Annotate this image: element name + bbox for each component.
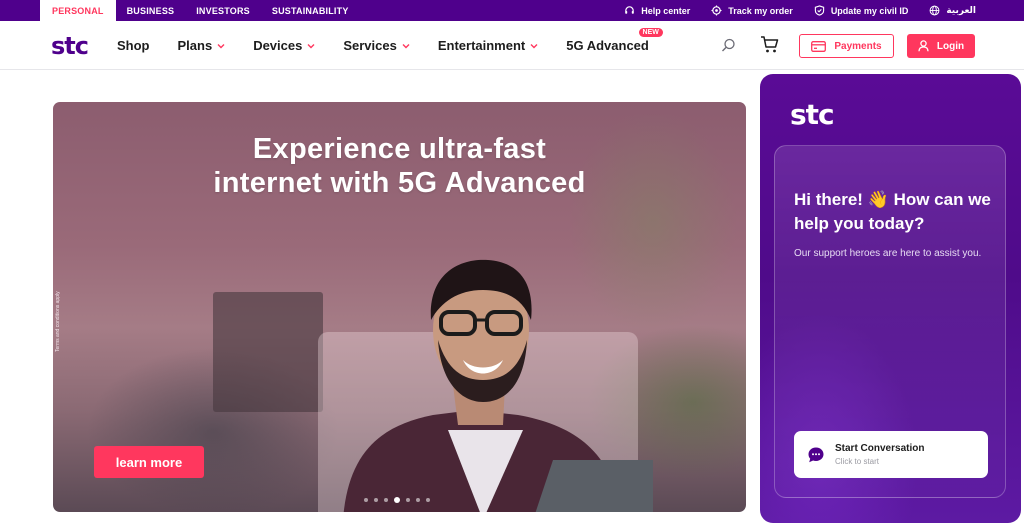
learn-more-button[interactable]: learn more bbox=[94, 446, 204, 478]
payments-label: Payments bbox=[834, 40, 882, 52]
search-icon[interactable] bbox=[721, 38, 736, 53]
menu-shop-label: Shop bbox=[117, 38, 150, 53]
hero-person-illustration bbox=[343, 259, 653, 512]
menu-5g-advanced[interactable]: 5G Advanced NEW bbox=[566, 28, 663, 53]
menu-services-label: Services bbox=[343, 38, 397, 53]
update-civil-id-link[interactable]: Update my civil ID bbox=[814, 5, 909, 16]
headset-icon bbox=[625, 6, 635, 14]
hero-background-shelf bbox=[213, 292, 323, 412]
stc-logo-text: stc bbox=[51, 33, 88, 57]
carousel-dot[interactable] bbox=[406, 498, 410, 502]
stc-logo[interactable]: stc bbox=[51, 33, 95, 57]
carousel-dots bbox=[364, 497, 436, 503]
track-order-label: Track my order bbox=[728, 5, 793, 16]
hero-banner[interactable]: Experience ultra-fast internet with 5G A… bbox=[53, 102, 746, 512]
hero-terms-note: Terms and conditions apply bbox=[55, 291, 61, 352]
menu-devices-label: Devices bbox=[253, 38, 303, 53]
menu-entertainment-label: Entertainment bbox=[437, 38, 526, 53]
segment-business[interactable]: BUSINESS bbox=[116, 0, 186, 21]
menu-entertainment[interactable]: Entertainment bbox=[438, 38, 538, 53]
shield-check-icon bbox=[814, 5, 824, 16]
login-label: Login bbox=[936, 40, 965, 52]
main-nav: stc Shop Plans Devices Services Entertai… bbox=[0, 21, 1024, 70]
carousel-dot-active[interactable] bbox=[394, 497, 400, 503]
start-conversation-subtitle: Click to start bbox=[835, 457, 880, 466]
top-utility-bar: PERSONAL BUSINESS INVESTORS SUSTAINABILI… bbox=[0, 0, 1024, 21]
update-civil-id-label: Update my civil ID bbox=[830, 5, 909, 16]
credit-card-icon bbox=[811, 40, 827, 52]
new-badge: NEW bbox=[638, 28, 663, 37]
menu-services[interactable]: Services bbox=[343, 38, 410, 53]
chat-stc-logo-text: stc bbox=[790, 100, 834, 128]
hero-title-line2: internet with 5G Advanced bbox=[213, 167, 586, 199]
crosshair-icon bbox=[711, 5, 722, 16]
chevron-down-icon bbox=[530, 43, 538, 48]
segment-personal[interactable]: PERSONAL bbox=[40, 0, 116, 21]
chevron-down-icon bbox=[402, 43, 410, 48]
payments-button[interactable]: Payments bbox=[799, 34, 894, 58]
chat-greeting: Hi there! 👋 How can we help you today? bbox=[794, 190, 991, 233]
carousel-dot[interactable] bbox=[374, 498, 378, 502]
chat-widget: stc Hi there! 👋 How can we help you toda… bbox=[760, 74, 1021, 523]
globe-icon bbox=[929, 5, 940, 16]
menu-plans[interactable]: Plans bbox=[178, 38, 226, 53]
utility-links: Help center Track my order Update my civ… bbox=[603, 0, 1024, 21]
language-switch[interactable]: العربية bbox=[929, 5, 976, 16]
help-center-link[interactable]: Help center bbox=[624, 5, 690, 16]
menu-devices[interactable]: Devices bbox=[253, 38, 315, 53]
chevron-down-icon bbox=[217, 43, 225, 48]
menu-5g-advanced-label: 5G Advanced bbox=[566, 38, 649, 53]
chevron-down-icon bbox=[307, 43, 315, 48]
language-label: العربية bbox=[946, 5, 976, 15]
track-order-link[interactable]: Track my order bbox=[711, 5, 793, 16]
cart-icon[interactable] bbox=[760, 35, 779, 54]
help-center-label: Help center bbox=[641, 5, 691, 16]
hero-title-line1: Experience ultra-fast bbox=[252, 133, 547, 165]
menu-shop[interactable]: Shop bbox=[117, 38, 150, 53]
hero-title: Experience ultra-fast internet with 5G A… bbox=[53, 132, 746, 200]
chat-subtitle: Our support heroes are here to assist yo… bbox=[794, 248, 982, 259]
chat-bubble-icon bbox=[808, 447, 824, 462]
carousel-dot[interactable] bbox=[426, 498, 430, 502]
chat-welcome-card: Hi there! 👋 How can we help you today? O… bbox=[774, 145, 1006, 498]
carousel-dot[interactable] bbox=[416, 498, 420, 502]
carousel-dot[interactable] bbox=[384, 498, 388, 502]
user-icon bbox=[918, 40, 929, 52]
login-button[interactable]: Login bbox=[907, 34, 975, 58]
primary-menu: Shop Plans Devices Services Entertainmen… bbox=[117, 21, 677, 70]
segment-switcher: PERSONAL BUSINESS INVESTORS SUSTAINABILI… bbox=[0, 0, 360, 21]
segment-investors[interactable]: INVESTORS bbox=[185, 0, 261, 21]
segment-sustainability[interactable]: SUSTAINABILITY bbox=[261, 0, 360, 21]
start-conversation-text: Start Conversation Click to start bbox=[835, 443, 924, 466]
start-conversation-button[interactable]: Start Conversation Click to start bbox=[794, 431, 988, 478]
chat-stc-logo: stc bbox=[790, 100, 835, 128]
menu-plans-label: Plans bbox=[177, 38, 213, 53]
start-conversation-title: Start Conversation bbox=[835, 443, 925, 454]
carousel-dot[interactable] bbox=[364, 498, 368, 502]
